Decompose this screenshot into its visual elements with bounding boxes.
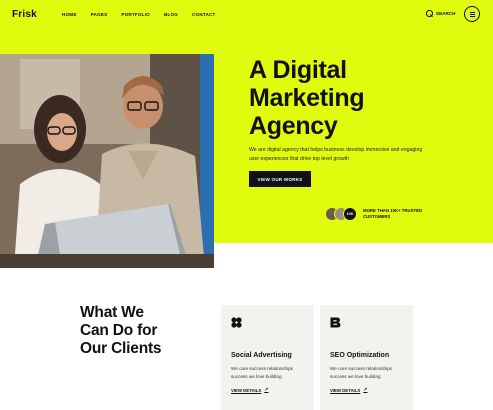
service-card-seo-optimization[interactable]: SEO Optimization We care success relatio…: [320, 305, 413, 410]
nav-item-home[interactable]: HOME: [62, 12, 77, 17]
customer-avatars: 10K: [325, 207, 359, 221]
search-icon: [426, 10, 433, 17]
headline-line-1: A Digital: [249, 56, 347, 84]
site-logo[interactable]: Frisk: [12, 9, 37, 20]
nav-item-blog[interactable]: BLOG: [164, 12, 178, 17]
hamburger-menu-icon: [469, 12, 475, 14]
arrow-up-right-icon: ↗: [264, 387, 269, 393]
hero-description: We are digital agency that helps busines…: [249, 147, 423, 162]
search-button[interactable]: SEARCH: [426, 10, 455, 17]
card-description: We care success relationships success we…: [330, 366, 392, 379]
trusted-customers-text: MORE THAN 10K+ TRUSTED CUSTOMERS: [363, 208, 423, 219]
top-navigation: Frisk HOME PAGES PORTFOLIO BLOG CONTACT …: [0, 0, 493, 30]
service-card-social-advertising[interactable]: Social Advertising We care success relat…: [221, 305, 314, 410]
services-heading: What We Can Do for Our Clients: [80, 304, 162, 358]
view-details-label: VIEW DETAILS: [330, 387, 361, 393]
customer-count-badge: 10K: [343, 207, 357, 221]
services-heading-line-2: Can Do for: [80, 322, 158, 339]
card-description: We care success relationships success we…: [231, 366, 293, 379]
menu-toggle-button[interactable]: [464, 6, 480, 22]
team-at-laptop-image: [0, 54, 214, 268]
b-letter-icon: [330, 317, 341, 328]
headline-line-2: Marketing: [249, 84, 365, 112]
view-details-link[interactable]: VIEW DETAILS ↗: [330, 387, 367, 393]
headline-line-3: Agency: [249, 112, 338, 140]
services-heading-line-1: What We: [80, 304, 144, 321]
card-title: Social Advertising: [231, 352, 292, 359]
trusted-customers: 10K MORE THAN 10K+ TRUSTED CUSTOMERS: [325, 207, 423, 221]
hero-photo: [0, 54, 214, 268]
nav-item-portfolio[interactable]: PORTFOLIO: [121, 12, 150, 17]
arrow-up-right-icon: ↗: [363, 387, 368, 393]
view-our-works-button[interactable]: VIEW OUR WORKS: [249, 171, 311, 187]
hero-headline: A Digital Marketing Agency: [249, 56, 479, 140]
services-heading-line-3: Our Clients: [80, 340, 162, 357]
view-details-link[interactable]: VIEW DETAILS ↗: [231, 387, 268, 393]
nav-item-contact[interactable]: CONTACT: [192, 12, 216, 17]
view-details-label: VIEW DETAILS: [231, 387, 262, 393]
main-menu: HOME PAGES PORTFOLIO BLOG CONTACT: [62, 12, 216, 17]
card-title: SEO Optimization: [330, 352, 390, 359]
search-label: SEARCH: [436, 11, 456, 16]
nav-item-pages[interactable]: PAGES: [91, 12, 108, 17]
clover-icon: [231, 317, 242, 328]
